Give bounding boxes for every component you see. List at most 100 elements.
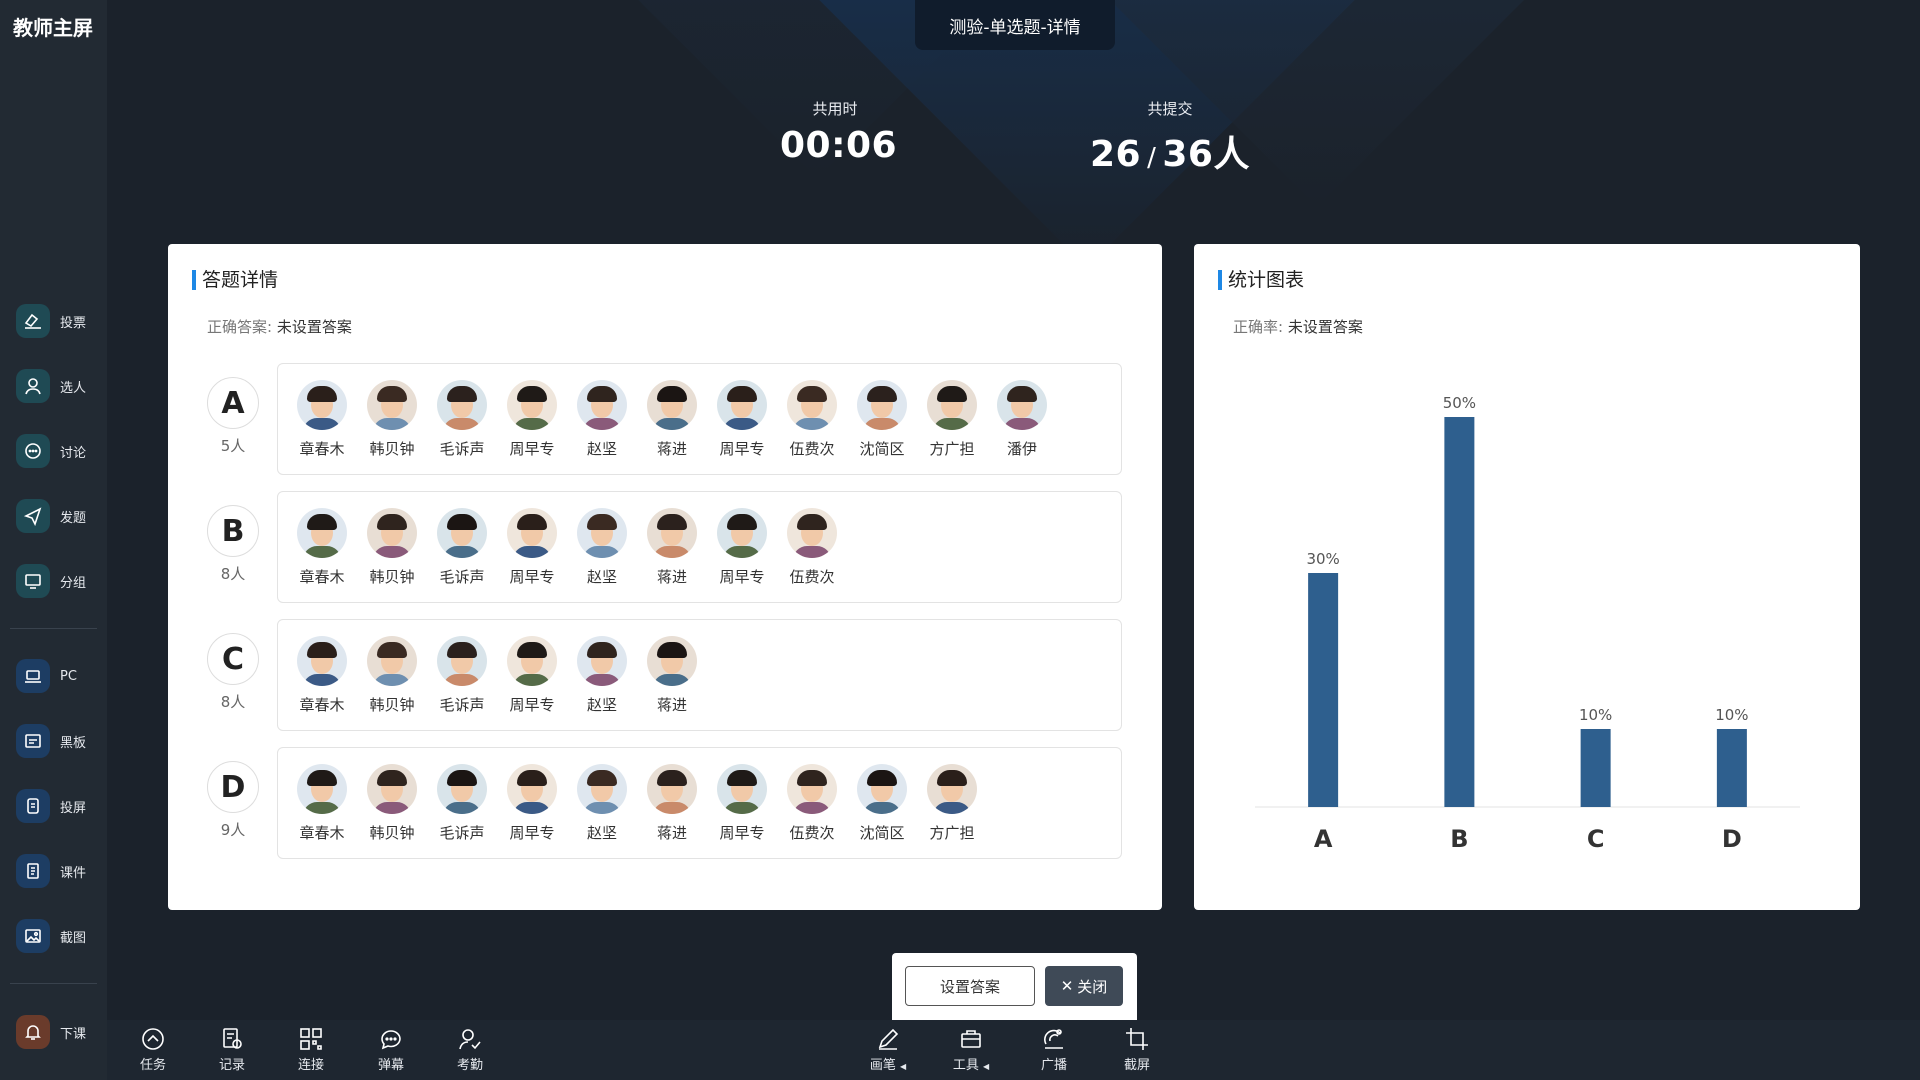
pen-icon bbox=[878, 1028, 899, 1050]
student-name: 周早专 bbox=[509, 696, 555, 714]
student-item[interactable]: 蒋进 bbox=[637, 764, 707, 843]
tool-broadcast[interactable]: 广播 bbox=[1028, 1026, 1080, 1073]
student-item[interactable]: 韩贝钟 bbox=[357, 380, 427, 459]
sidebar-item-screenshot[interactable]: 截图 bbox=[16, 918, 86, 954]
avatar bbox=[997, 380, 1047, 430]
student-item[interactable]: 蒋进 bbox=[637, 636, 707, 715]
sidebar-label: PC bbox=[60, 668, 77, 684]
sidebar-item-vote[interactable]: 投票 bbox=[16, 303, 86, 339]
tool-pen[interactable]: 画笔 ◀ bbox=[862, 1026, 914, 1073]
student-item[interactable]: 周早专 bbox=[497, 636, 567, 715]
set-answer-button[interactable]: 设置答案 bbox=[905, 966, 1035, 1006]
student-item[interactable]: 毛诉声 bbox=[427, 636, 497, 715]
avatar bbox=[507, 764, 557, 814]
student-item[interactable]: 章春木 bbox=[287, 764, 357, 843]
category-tick-label: D bbox=[1722, 825, 1742, 853]
student-item[interactable]: 潘伊 bbox=[987, 380, 1057, 459]
sidebar-item-cast[interactable]: 投屏 bbox=[16, 788, 86, 824]
student-name: 蒋进 bbox=[656, 696, 687, 714]
monitor-icon bbox=[16, 564, 50, 598]
student-item[interactable]: 沈简区 bbox=[847, 764, 917, 843]
student-item[interactable]: 方广担 bbox=[917, 764, 987, 843]
student-name: 赵坚 bbox=[586, 568, 617, 586]
avatar bbox=[647, 636, 697, 686]
student-item[interactable]: 周早专 bbox=[707, 764, 777, 843]
sidebar-item-pc[interactable]: PC bbox=[16, 658, 77, 694]
sidebar-label: 发题 bbox=[60, 510, 87, 526]
avatar bbox=[297, 636, 347, 686]
close-button[interactable]: ✕ 关闭 bbox=[1045, 966, 1123, 1006]
student-item[interactable]: 毛诉声 bbox=[427, 508, 497, 587]
bubble-icon bbox=[381, 1030, 401, 1050]
tool-danmaku[interactable]: 弹幕 bbox=[365, 1026, 417, 1073]
up-circle-icon bbox=[142, 1028, 164, 1050]
sidebar-item-courseware[interactable]: 课件 bbox=[16, 853, 86, 889]
student-item[interactable]: 周早专 bbox=[497, 380, 567, 459]
chat-icon bbox=[16, 434, 50, 468]
student-item[interactable]: 方广担 bbox=[917, 380, 987, 459]
student-item[interactable]: 蒋进 bbox=[637, 508, 707, 587]
student-item[interactable]: 章春木 bbox=[287, 636, 357, 715]
broadcast-icon bbox=[1044, 1029, 1063, 1049]
tool-label: 任务 bbox=[139, 1058, 166, 1073]
avatar bbox=[577, 508, 627, 558]
tool-crop[interactable]: 截屏 bbox=[1111, 1026, 1163, 1073]
student-item[interactable]: 韩贝钟 bbox=[357, 764, 427, 843]
student-item[interactable]: 赵坚 bbox=[567, 636, 637, 715]
option-letter: B bbox=[207, 505, 259, 557]
tool-attendance[interactable]: 考勤 bbox=[444, 1026, 496, 1073]
student-name: 伍费次 bbox=[789, 440, 835, 458]
student-item[interactable]: 赵坚 bbox=[567, 764, 637, 843]
student-name: 潘伊 bbox=[1006, 440, 1037, 458]
student-name: 章春木 bbox=[299, 696, 345, 714]
tool-connect[interactable]: 连接 bbox=[285, 1026, 337, 1073]
student-item[interactable]: 周早专 bbox=[707, 380, 777, 459]
bottom-toolbar: 任务 记录 连接 弹幕 考勤 画笔 ◀ 工具 ◀ 广播 截屏 bbox=[107, 1020, 1920, 1080]
student-item[interactable]: 周早专 bbox=[497, 508, 567, 587]
student-item[interactable]: 毛诉声 bbox=[427, 764, 497, 843]
phone-icon bbox=[16, 789, 50, 823]
student-item[interactable]: 伍费次 bbox=[777, 764, 847, 843]
sidebar-item-end-class[interactable]: 下课 bbox=[16, 1014, 86, 1050]
student-item[interactable]: 毛诉声 bbox=[427, 380, 497, 459]
bar-value-label: 10% bbox=[1579, 706, 1612, 724]
student-item[interactable]: 章春木 bbox=[287, 380, 357, 459]
student-name: 周早专 bbox=[719, 440, 765, 458]
tool-label: 考勤 bbox=[456, 1058, 483, 1073]
sidebar-item-pick-person[interactable]: 选人 bbox=[16, 368, 86, 404]
student-item[interactable]: 蒋进 bbox=[637, 380, 707, 459]
student-item[interactable]: 伍费次 bbox=[777, 508, 847, 587]
student-item[interactable]: 韩贝钟 bbox=[357, 636, 427, 715]
student-name: 周早专 bbox=[719, 824, 765, 842]
sidebar-item-group[interactable]: 分组 bbox=[16, 563, 86, 599]
student-item[interactable]: 赵坚 bbox=[567, 508, 637, 587]
tool-record[interactable]: 记录 bbox=[206, 1026, 258, 1073]
student-item[interactable]: 周早专 bbox=[497, 764, 567, 843]
tool-task[interactable]: 任务 bbox=[127, 1026, 179, 1073]
student-name: 伍费次 bbox=[789, 824, 835, 842]
qrcode-icon bbox=[300, 1028, 322, 1050]
answer-details-panel: 答题详情 正确答案: 未设置答案 A 5人 章春木 韩贝钟 毛诉声 周早专 赵坚 蒋进 周早专伍… bbox=[168, 244, 1162, 910]
student-item[interactable]: 赵坚 bbox=[567, 380, 637, 459]
avatar bbox=[297, 764, 347, 814]
left-sidebar: 教师主屏 投票 选人 讨论 发题 分组 PC 黑板 投屏 课件 截图 下课 bbox=[0, 0, 107, 1080]
student-item[interactable]: 沈简区 bbox=[847, 380, 917, 459]
student-name: 方广担 bbox=[929, 440, 975, 458]
sidebar-item-blackboard[interactable]: 黑板 bbox=[16, 723, 86, 759]
student-name: 章春木 bbox=[299, 440, 345, 458]
tool-toolbox[interactable]: 工具 ◀ bbox=[945, 1026, 997, 1073]
student-item[interactable]: 周早专 bbox=[707, 508, 777, 587]
student-name: 周早专 bbox=[509, 824, 555, 842]
sidebar-item-discuss[interactable]: 讨论 bbox=[16, 433, 86, 469]
student-name: 毛诉声 bbox=[439, 568, 485, 586]
student-item[interactable]: 韩贝钟 bbox=[357, 508, 427, 587]
student-item[interactable]: 章春木 bbox=[287, 508, 357, 587]
submit-total: 36人 bbox=[1162, 134, 1250, 175]
student-name: 蒋进 bbox=[656, 440, 687, 458]
student-name: 周早专 bbox=[509, 568, 555, 586]
sidebar-item-send-question[interactable]: 发题 bbox=[16, 498, 86, 534]
bar-d bbox=[1716, 729, 1747, 807]
student-item[interactable]: 伍费次 bbox=[777, 380, 847, 459]
avatar bbox=[927, 380, 977, 430]
panel-title: 答题详情 bbox=[192, 270, 278, 290]
